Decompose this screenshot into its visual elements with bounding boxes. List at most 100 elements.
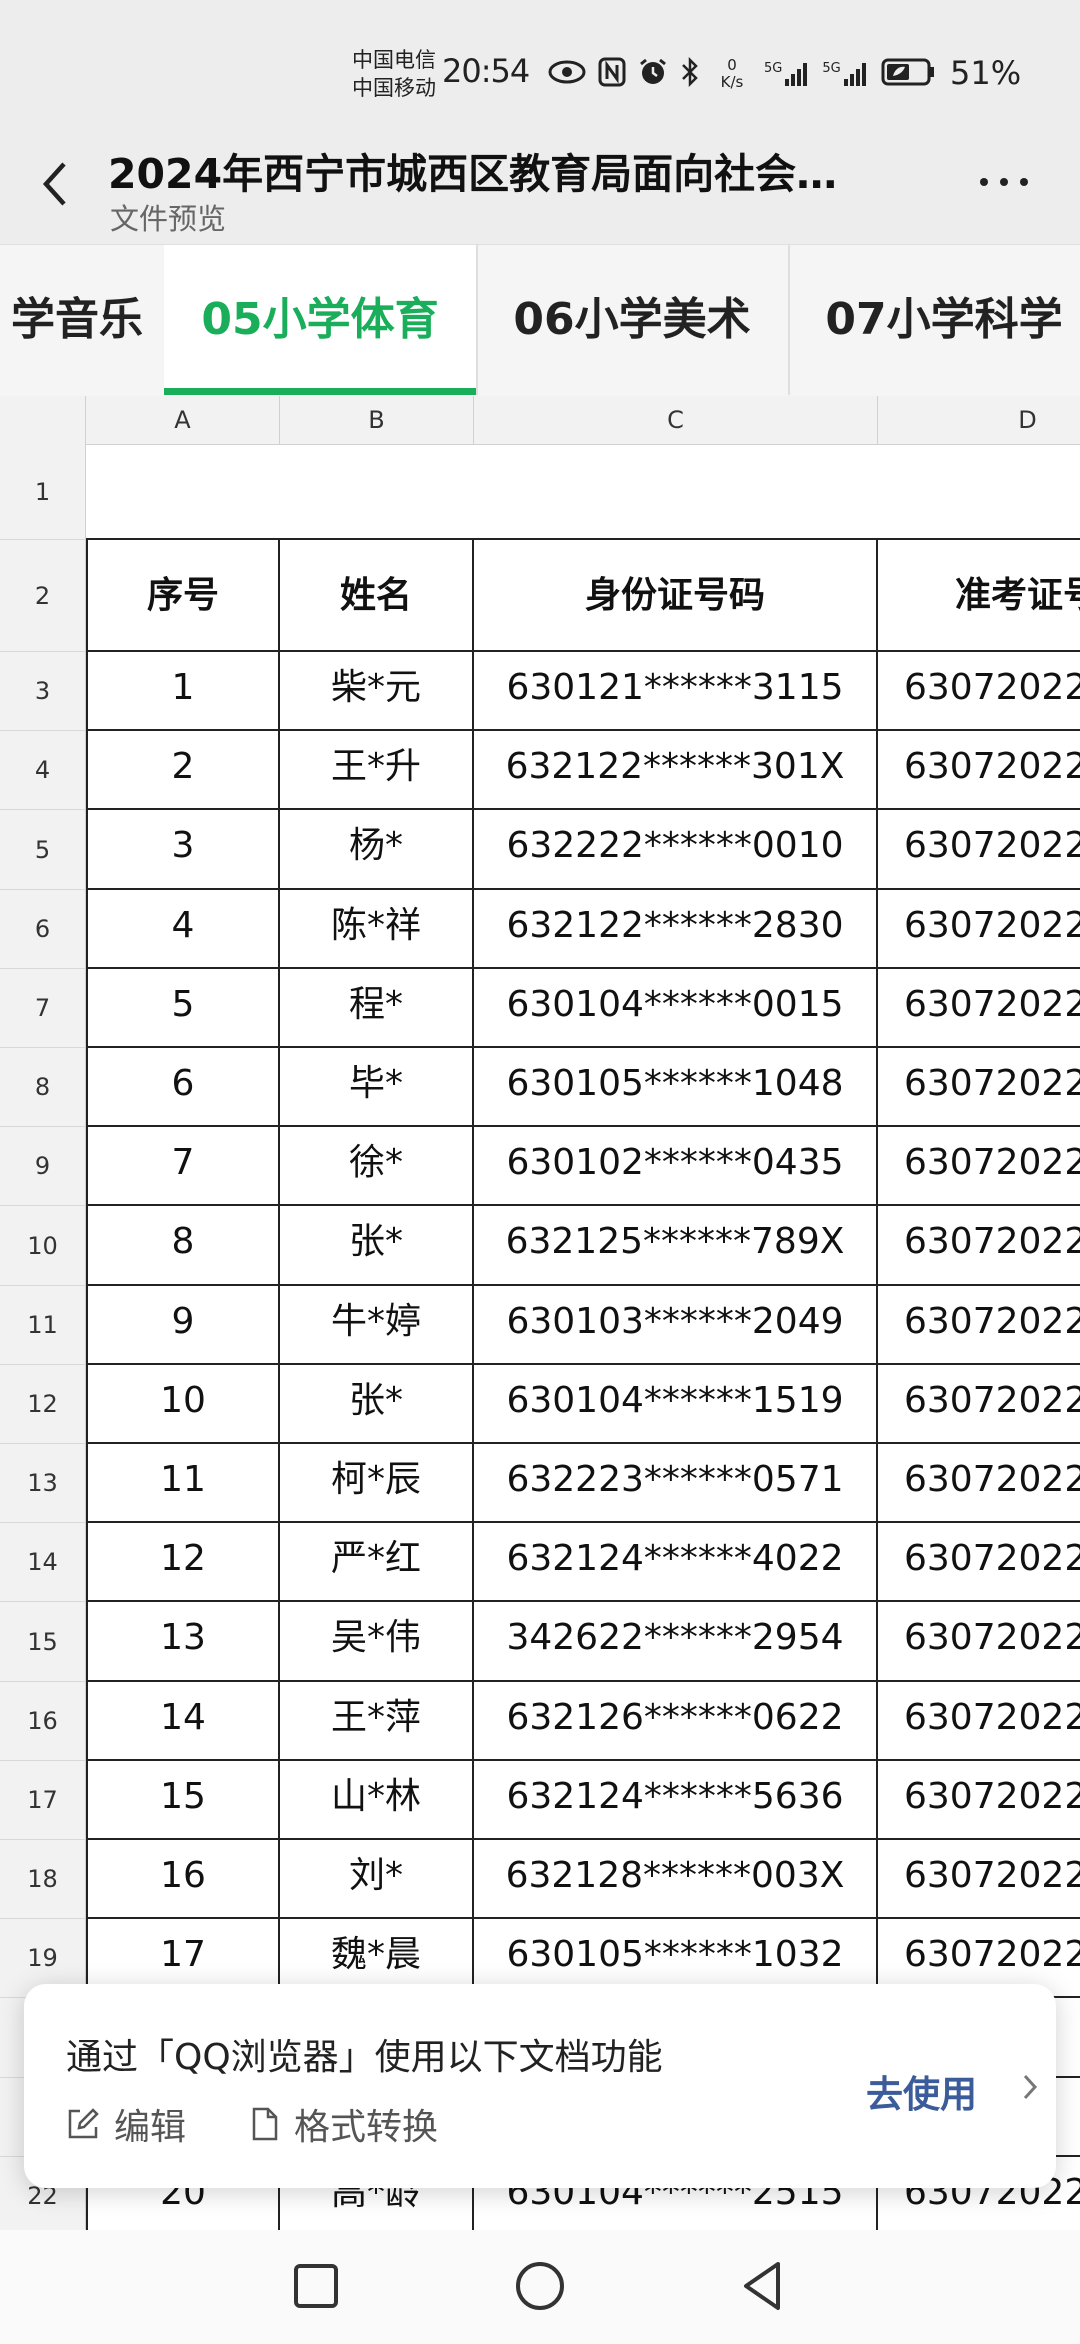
- cell-exam[interactable]: 630720224: [878, 1365, 1080, 1444]
- cell-name[interactable]: 王*萍: [280, 1682, 474, 1761]
- more-button[interactable]: [974, 162, 1034, 202]
- cell-name[interactable]: 柯*辰: [280, 1444, 474, 1523]
- cell-exam[interactable]: 630720224: [878, 1840, 1080, 1919]
- cell-name[interactable]: 程*: [280, 969, 474, 1048]
- cell-exam[interactable]: 630720224: [878, 810, 1080, 890]
- cell-exam[interactable]: 630720224: [878, 969, 1080, 1048]
- row-number[interactable]: 14: [0, 1523, 86, 1602]
- cell-seq[interactable]: 12: [86, 1523, 280, 1602]
- cell-name[interactable]: 王*升: [280, 731, 474, 810]
- recents-button[interactable]: [286, 2256, 346, 2316]
- cell-exam[interactable]: 630720224: [878, 1206, 1080, 1286]
- row-number[interactable]: 13: [0, 1444, 86, 1523]
- row-number[interactable]: 2: [0, 540, 86, 652]
- cell-id[interactable]: 632126******0622: [474, 1682, 878, 1761]
- cell-name[interactable]: 陈*祥: [280, 890, 474, 969]
- row-number[interactable]: 12: [0, 1365, 86, 1444]
- cell-exam[interactable]: 630720224: [878, 731, 1080, 810]
- header-cell-exam[interactable]: 准考证号: [878, 540, 1080, 652]
- cell-exam[interactable]: 630720224: [878, 1602, 1080, 1682]
- cell-seq[interactable]: 4: [86, 890, 280, 969]
- cell-seq[interactable]: 2: [86, 731, 280, 810]
- cell-seq[interactable]: 6: [86, 1048, 280, 1127]
- cell-id[interactable]: 630104******0015: [474, 969, 878, 1048]
- cell-seq[interactable]: 10: [86, 1365, 280, 1444]
- cell-seq[interactable]: 3: [86, 810, 280, 890]
- cell-seq[interactable]: 16: [86, 1840, 280, 1919]
- cell-name[interactable]: 山*林: [280, 1761, 474, 1840]
- row-number[interactable]: 9: [0, 1127, 86, 1206]
- header-cell-name[interactable]: 姓名: [280, 540, 474, 652]
- cell-exam[interactable]: 630720224: [878, 1048, 1080, 1127]
- cell-name[interactable]: 张*: [280, 1206, 474, 1286]
- row-number[interactable]: 16: [0, 1682, 86, 1761]
- tab-art[interactable]: 06小学美术: [476, 245, 790, 395]
- cell-name[interactable]: 严*红: [280, 1523, 474, 1602]
- home-button[interactable]: [510, 2256, 570, 2316]
- cell-id[interactable]: 632125******789X: [474, 1206, 878, 1286]
- use-now-button[interactable]: 去使用: [866, 2064, 977, 2118]
- cell-name[interactable]: 吴*伟: [280, 1602, 474, 1682]
- cell-seq[interactable]: 5: [86, 969, 280, 1048]
- row-number[interactable]: 8: [0, 1048, 86, 1127]
- cell-exam[interactable]: 630720224: [878, 1682, 1080, 1761]
- cell-id[interactable]: 342622******2954: [474, 1602, 878, 1682]
- tab-pe[interactable]: 05小学体育: [164, 245, 478, 395]
- cell-exam[interactable]: 630720224: [878, 1127, 1080, 1206]
- row-number[interactable]: 3: [0, 652, 86, 731]
- cell-name[interactable]: 毕*: [280, 1048, 474, 1127]
- cell-seq[interactable]: 11: [86, 1444, 280, 1523]
- merged-title-cell[interactable]: [86, 444, 1080, 540]
- cell-name[interactable]: 刘*: [280, 1840, 474, 1919]
- cell-id[interactable]: 630104******1519: [474, 1365, 878, 1444]
- convert-feature[interactable]: 格式转换: [250, 2098, 438, 2150]
- cell-id[interactable]: 632122******301X: [474, 731, 878, 810]
- cell-seq[interactable]: 14: [86, 1682, 280, 1761]
- row-number[interactable]: 18: [0, 1840, 86, 1919]
- col-header-c[interactable]: C: [474, 396, 878, 444]
- cell-name[interactable]: 柴*元: [280, 652, 474, 731]
- row-number[interactable]: 5: [0, 810, 86, 890]
- cell-name[interactable]: 牛*婷: [280, 1286, 474, 1365]
- row-number[interactable]: 11: [0, 1286, 86, 1365]
- cell-id[interactable]: 630121******3115: [474, 652, 878, 731]
- tab-music[interactable]: 学音乐: [0, 245, 166, 395]
- cell-exam[interactable]: 630720224: [878, 1444, 1080, 1523]
- back-button[interactable]: [34, 150, 74, 210]
- row-number[interactable]: 17: [0, 1761, 86, 1840]
- cell-id[interactable]: 632128******003X: [474, 1840, 878, 1919]
- tab-science[interactable]: 07小学科学: [788, 245, 1080, 395]
- cell-id[interactable]: 632122******2830: [474, 890, 878, 969]
- qq-browser-banner[interactable]: 通过「QQ浏览器」使用以下文档功能 编辑 格式转换 去使用: [24, 1984, 1056, 2188]
- cell-seq[interactable]: 7: [86, 1127, 280, 1206]
- header-cell-seq[interactable]: 序号: [86, 540, 280, 652]
- cell-seq[interactable]: 13: [86, 1602, 280, 1682]
- row-number[interactable]: 4: [0, 731, 86, 810]
- cell-id[interactable]: 632124******5636: [474, 1761, 878, 1840]
- col-header-a[interactable]: A: [86, 396, 280, 444]
- cell-seq[interactable]: 15: [86, 1761, 280, 1840]
- cell-exam[interactable]: 630720224: [878, 1523, 1080, 1602]
- row-number[interactable]: 6: [0, 890, 86, 969]
- cell-seq[interactable]: 9: [86, 1286, 280, 1365]
- cell-id[interactable]: 632124******4022: [474, 1523, 878, 1602]
- edit-feature[interactable]: 编辑: [66, 2098, 186, 2150]
- cell-id[interactable]: 632222******0010: [474, 810, 878, 890]
- corner-cell[interactable]: [0, 396, 86, 444]
- cell-exam[interactable]: 630720224: [878, 890, 1080, 969]
- cell-name[interactable]: 张*: [280, 1365, 474, 1444]
- back-nav-button[interactable]: [734, 2256, 794, 2316]
- row-number[interactable]: 15: [0, 1602, 86, 1682]
- cell-seq[interactable]: 8: [86, 1206, 280, 1286]
- cell-seq[interactable]: 1: [86, 652, 280, 731]
- cell-id[interactable]: 632223******0571: [474, 1444, 878, 1523]
- cell-exam[interactable]: 630720224: [878, 1761, 1080, 1840]
- row-number[interactable]: 7: [0, 969, 86, 1048]
- header-cell-id[interactable]: 身份证号码: [474, 540, 878, 652]
- cell-id[interactable]: 630105******1048: [474, 1048, 878, 1127]
- cell-exam[interactable]: 630720224: [878, 652, 1080, 731]
- cell-name[interactable]: 徐*: [280, 1127, 474, 1206]
- spreadsheet[interactable]: A B C D 1 2 序号 姓名 身份证号码 准考证号 31柴*元630121…: [0, 396, 1080, 2230]
- cell-name[interactable]: 杨*: [280, 810, 474, 890]
- col-header-b[interactable]: B: [280, 396, 474, 444]
